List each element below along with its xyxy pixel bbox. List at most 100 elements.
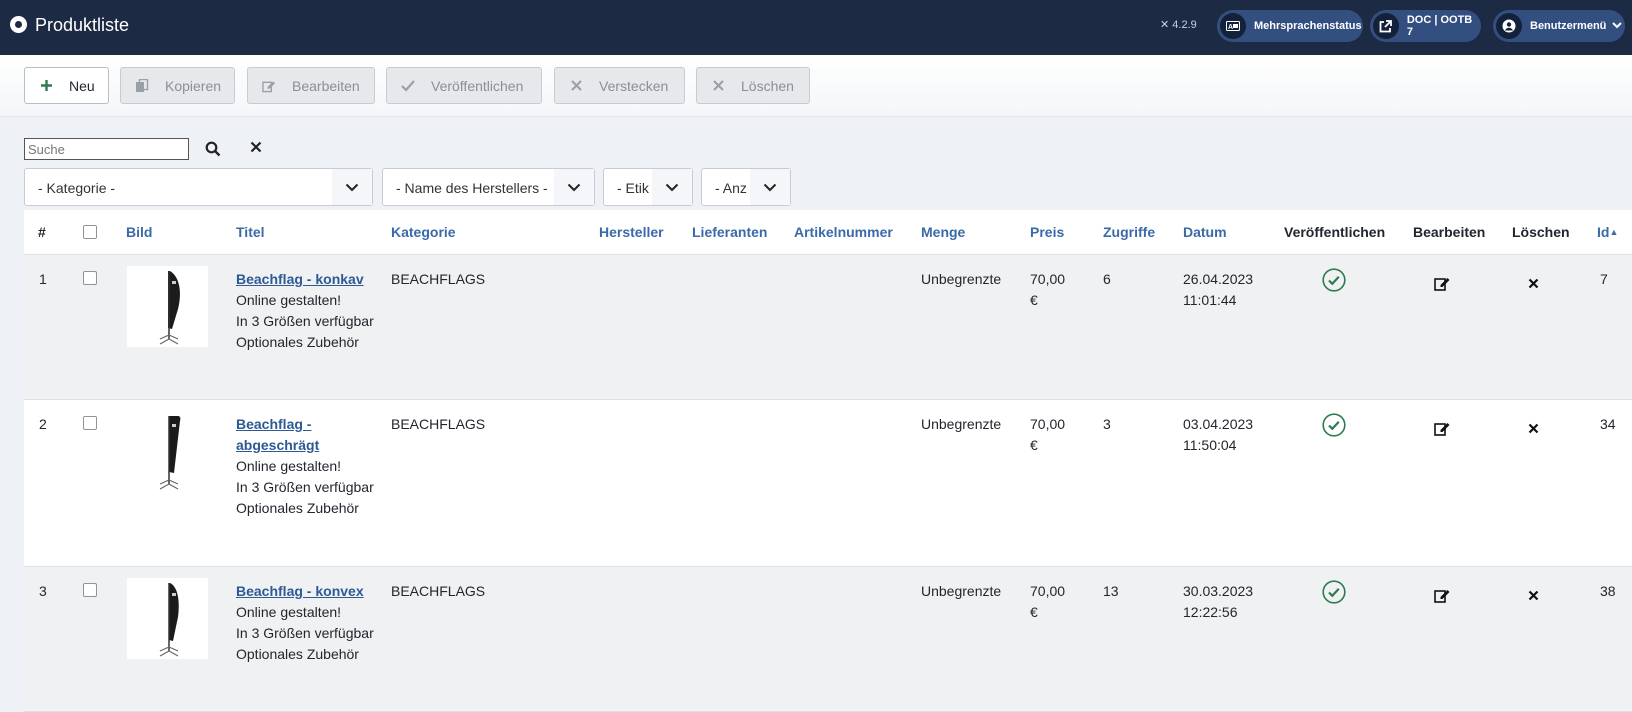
product-desc: In 3 Größen verfügbar [236, 313, 374, 329]
col-id[interactable]: Id▲ [1597, 224, 1618, 240]
col-num: # [38, 224, 46, 240]
product-desc: Online gestalten! [236, 292, 342, 308]
tag-filter-select[interactable]: - Etik [603, 168, 693, 206]
product-desc: Online gestalten! [236, 604, 342, 620]
product-image[interactable] [127, 411, 208, 492]
col-edit: Bearbeiten [1413, 224, 1486, 240]
product-image[interactable] [127, 578, 208, 659]
table-row: 1 Beachflag - konkav Online gestalten! I… [24, 255, 1632, 400]
product-desc: Online gestalten! [236, 458, 342, 474]
publish-button[interactable]: Veröffentlichen [386, 67, 542, 104]
chevron-down-icon [750, 169, 790, 205]
category-cell: BEACHFLAGS [391, 271, 486, 287]
joomla-icon: ✕ [1160, 19, 1170, 31]
col-category[interactable]: Kategorie [391, 224, 456, 240]
quantity-cell: Unbegrenzte [921, 583, 1002, 599]
row-number: 1 [39, 271, 47, 287]
product-desc: Optionales Zubehör [236, 334, 359, 350]
toolbar: Neu Kopieren Bearbeiten Veröffentlichen … [0, 55, 1632, 117]
edit-button[interactable]: Bearbeiten [247, 67, 375, 104]
sort-asc-icon: ▲ [1609, 227, 1619, 237]
language-icon: A [1220, 13, 1246, 39]
quantity-cell: Unbegrenzte [921, 416, 1002, 432]
close-icon [711, 79, 725, 93]
col-suppliers[interactable]: Lieferanten [692, 224, 767, 240]
hits-cell: 6 [1103, 271, 1111, 287]
search-icon[interactable] [205, 141, 221, 157]
category-cell: BEACHFLAGS [391, 416, 486, 432]
product-desc: In 3 Größen verfügbar [236, 479, 374, 495]
chevron-down-icon [1612, 20, 1623, 32]
product-image[interactable] [127, 266, 208, 347]
delete-icon[interactable] [1527, 422, 1539, 434]
chevron-down-icon [652, 169, 692, 205]
page-title: Produktliste [35, 15, 130, 35]
product-desc: Optionales Zubehör [236, 500, 359, 516]
col-image[interactable]: Bild [126, 224, 152, 240]
published-check-icon[interactable] [1321, 579, 1347, 605]
edit-icon[interactable] [1434, 275, 1450, 291]
col-manufacturer[interactable]: Hersteller [599, 224, 664, 240]
new-button[interactable]: Neu [24, 67, 109, 104]
delete-icon[interactable] [1527, 589, 1539, 601]
id-cell: 7 [1600, 271, 1608, 287]
edit-icon[interactable] [1434, 587, 1450, 603]
row-checkbox[interactable] [83, 416, 97, 430]
delete-button[interactable]: Löschen [696, 67, 810, 104]
category-cell: BEACHFLAGS [391, 583, 486, 599]
col-article-number[interactable]: Artikelnummer [794, 224, 893, 240]
search-input[interactable] [24, 138, 189, 160]
edit-icon [262, 79, 276, 93]
user-menu-button[interactable]: Benutzermenü [1493, 10, 1625, 42]
product-title-link[interactable]: Beachflag - konkav [236, 271, 364, 287]
clear-search-icon[interactable] [250, 141, 264, 157]
multilang-status-button[interactable]: A Mehrsprachenstatus [1217, 10, 1363, 42]
count-filter-select[interactable]: - Anz [701, 168, 791, 206]
table-row: 3 Beachflag - konvex Online gestalten! I… [24, 567, 1632, 712]
published-check-icon[interactable] [1321, 412, 1347, 438]
plus-icon [39, 79, 53, 93]
product-title-link[interactable]: Beachflag - abgeschrägt [236, 416, 319, 453]
close-icon [569, 79, 583, 93]
price-cell: 70,00 € [1030, 583, 1066, 620]
joomla-logo-icon[interactable] [10, 16, 27, 33]
product-desc: In 3 Größen verfügbar [236, 625, 374, 641]
version-label: ✕ 4.2.9 [1160, 19, 1197, 31]
product-title-cell: Beachflag - konkav Online gestalten! In … [236, 269, 376, 353]
select-all-checkbox[interactable] [83, 225, 97, 239]
product-title-link[interactable]: Beachflag - konvex [236, 583, 364, 599]
doc-site-button[interactable]: DOC | OOTB 7 [1370, 10, 1481, 42]
published-check-icon[interactable] [1321, 267, 1347, 293]
user-icon [1496, 13, 1522, 39]
row-checkbox[interactable] [83, 271, 97, 285]
date-cell: 26.04.2023 11:01:44 [1183, 271, 1254, 308]
table-header: # Bild Titel Kategorie Hersteller Liefer… [24, 210, 1632, 255]
category-filter-select[interactable]: - Kategorie - [24, 168, 373, 206]
check-icon [401, 79, 415, 93]
row-number: 3 [39, 583, 47, 599]
product-title-cell: Beachflag - konvex Online gestalten! In … [236, 581, 376, 665]
manufacturer-filter-select[interactable]: - Name des Herstellers - [382, 168, 595, 206]
row-checkbox[interactable] [83, 583, 97, 597]
col-date[interactable]: Datum [1183, 224, 1227, 240]
hide-button[interactable]: Verstecken [554, 67, 685, 104]
hits-cell: 3 [1103, 416, 1111, 432]
chevron-down-icon [554, 169, 594, 205]
top-header: Produktliste ✕ 4.2.9 A Mehrsprachenstatu… [0, 0, 1632, 55]
col-title[interactable]: Titel [236, 224, 265, 240]
copy-button[interactable]: Kopieren [120, 67, 235, 104]
col-hits[interactable]: Zugriffe [1103, 224, 1155, 240]
product-table: # Bild Titel Kategorie Hersteller Liefer… [24, 210, 1632, 712]
col-quantity[interactable]: Menge [921, 224, 965, 240]
price-cell: 70,00 € [1030, 271, 1066, 308]
price-cell: 70,00 € [1030, 416, 1066, 453]
edit-icon[interactable] [1434, 420, 1450, 436]
svg-text:A: A [1228, 24, 1233, 31]
table-row: 2 Beachflag - abgeschrägt Online gestalt… [24, 400, 1632, 567]
col-published: Veröffentlichen [1284, 224, 1386, 240]
copy-icon [135, 78, 149, 93]
date-cell: 30.03.2023 12:22:56 [1183, 583, 1254, 620]
id-cell: 38 [1600, 583, 1616, 599]
col-price[interactable]: Preis [1030, 224, 1064, 240]
delete-icon[interactable] [1527, 277, 1539, 289]
